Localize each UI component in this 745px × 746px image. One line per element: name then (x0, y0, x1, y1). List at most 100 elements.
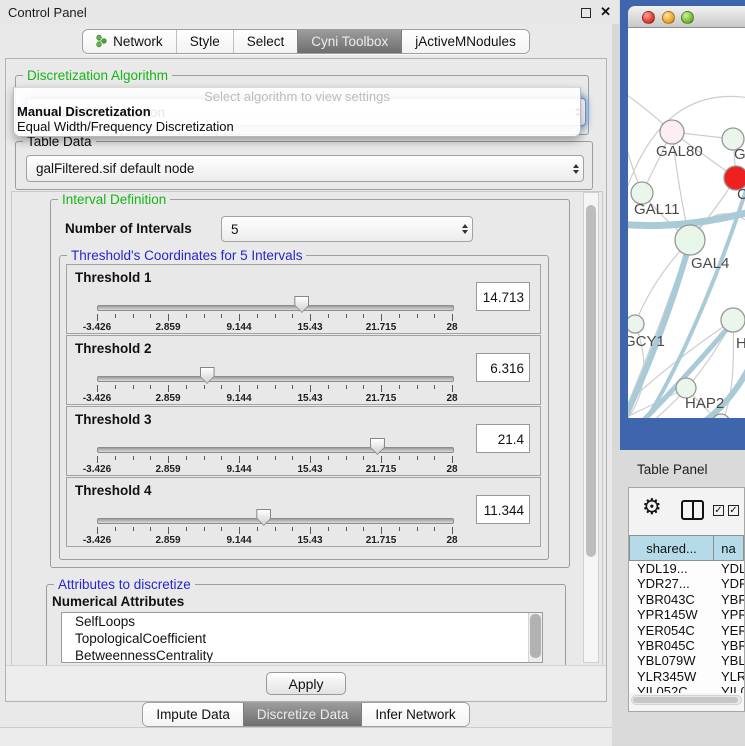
table-row[interactable]: YDR27...YDR2 (629, 576, 744, 591)
tick-label: 9.144 (226, 535, 251, 546)
table-row[interactable]: YER054CYER0 (629, 623, 744, 638)
table-data-combo[interactable]: galFiltered.sif default node (26, 155, 584, 182)
cell-name[interactable]: YBR0 (714, 592, 744, 607)
table-row[interactable]: YDL19...YDL1 (629, 561, 744, 576)
algorithm-option-manual-discretization[interactable]: Manual Discretization (14, 104, 580, 119)
zoom-traffic-light-icon[interactable] (681, 11, 694, 24)
tick-mark (257, 314, 258, 318)
tick-mark (452, 456, 453, 463)
tab-discretize-data[interactable]: Discretize Data (243, 703, 362, 726)
cell-shared-name[interactable]: YBR045C (629, 638, 714, 653)
tab-cyni-toolbox[interactable]: Cyni Toolbox (297, 30, 401, 53)
cell-shared-name[interactable]: YLR345W (629, 669, 714, 684)
tab-impute-data[interactable]: Impute Data (143, 703, 243, 726)
list-scrollbar[interactable] (528, 613, 542, 662)
tick-mark (257, 456, 258, 460)
tab-infer-network[interactable]: Infer Network (361, 703, 468, 726)
cell-name[interactable]: YDR2 (714, 576, 744, 591)
tick-mark (434, 314, 435, 318)
algorithm-option-equal-width-frequency-discretization[interactable]: Equal Width/Frequency Discretization (14, 119, 580, 134)
tab-network[interactable]: Network (83, 30, 176, 53)
slider-track[interactable] (97, 305, 454, 311)
tick-mark (257, 527, 258, 531)
table-hscrollbar[interactable] (631, 695, 742, 705)
tick-mark (239, 456, 240, 463)
node[interactable] (628, 315, 644, 333)
cell-shared-name[interactable]: YDR27... (629, 576, 714, 591)
column-header-1[interactable]: shared... (629, 535, 714, 561)
tab-select[interactable]: Select (233, 30, 298, 53)
node-label: GAL80 (656, 143, 703, 160)
attribute-item-selfloops[interactable]: SelfLoops (62, 613, 542, 630)
table-row[interactable]: YBR043CYBR0 (629, 592, 744, 607)
cell-shared-name[interactable]: YER054C (629, 623, 714, 638)
columns-icon[interactable] (681, 500, 704, 520)
cell-shared-name[interactable]: YBR043C (629, 592, 714, 607)
table-row[interactable]: YLR345WYLR3 (629, 669, 744, 684)
threshold-value-field[interactable]: 6.316 (476, 353, 530, 382)
network-window-titlebar[interactable] (628, 6, 745, 28)
tick-mark (97, 527, 98, 534)
cell-shared-name[interactable]: YDL19... (629, 561, 714, 576)
cell-name[interactable]: YBR0 (714, 638, 744, 653)
tick-mark (417, 456, 418, 460)
node[interactable] (721, 308, 745, 332)
list-scrollbar-thumb[interactable] (530, 614, 541, 658)
node-label: GCY1 (628, 333, 665, 350)
cell-name[interactable]: YPR1 (714, 607, 744, 622)
threshold-value-field[interactable]: 21.4 (476, 424, 530, 453)
panel-scrollbar[interactable] (583, 192, 599, 663)
table-data-combo-value: galFiltered.sif default node (36, 161, 568, 176)
node[interactable] (660, 120, 684, 144)
cell-shared-name[interactable]: YBL079W (629, 653, 714, 668)
close-traffic-light-icon[interactable] (642, 11, 655, 24)
num-intervals-value: 5 (231, 222, 457, 237)
slider-track[interactable] (97, 376, 454, 382)
checkbox-icon[interactable]: ✓ (713, 505, 724, 516)
table-row[interactable]: YIL052CYIL0 (629, 684, 744, 693)
tab-style[interactable]: Style (176, 30, 233, 53)
attribute-item-topologicalcoefficient[interactable]: TopologicalCoefficient (62, 630, 542, 647)
panel-scrollbar-thumb[interactable] (586, 205, 596, 557)
tick-mark (399, 527, 400, 531)
slider-track[interactable] (97, 518, 454, 524)
num-intervals-combo[interactable]: 5 (221, 216, 473, 242)
table-hscrollbar-thumb[interactable] (633, 697, 738, 703)
cell-name[interactable]: YIL0 (714, 684, 744, 693)
apply-button[interactable]: Apply (266, 672, 346, 695)
numerical-attributes-list[interactable]: SelfLoopsTopologicalCoefficientBetweenne… (61, 612, 543, 663)
apply-row: Apply (6, 665, 606, 700)
table-row[interactable]: YBL079WYBL0 (629, 653, 744, 668)
gear-icon[interactable]: ⚙ (642, 495, 662, 519)
float-window-icon[interactable] (581, 8, 591, 18)
minimize-traffic-light-icon[interactable] (662, 11, 675, 24)
threshold-panel-3: Threshold 3-3.4262.8599.14415.4321.71528… (66, 406, 541, 476)
threshold-value-field[interactable]: 11.344 (476, 495, 530, 524)
algorithm-dropdown: Select algorithm to view settings Manual… (13, 87, 581, 137)
tick-mark (204, 314, 205, 318)
node-table: ⚙ ✓ ✓ shared...na YDL19...YDL1YDR27...YD… (628, 487, 745, 712)
slider-track[interactable] (97, 447, 454, 453)
cell-name[interactable]: YER0 (714, 623, 744, 638)
combo-stepper-icon[interactable] (568, 156, 583, 181)
close-icon[interactable]: ✕ (600, 4, 611, 20)
tick-mark (239, 527, 240, 534)
cell-shared-name[interactable]: YIL052C (629, 684, 714, 693)
network-canvas[interactable]: GAL80G.CGAL11GAL4GCY1HHAP2 (628, 28, 745, 418)
node-label: GAL11 (634, 201, 680, 218)
cell-name[interactable]: YBL0 (714, 653, 744, 668)
combo-stepper-icon[interactable] (457, 217, 472, 241)
table-row[interactable]: YPR145WYPR1 (629, 607, 744, 622)
cell-name[interactable]: YLR3 (714, 669, 744, 684)
top-tab-bar: NetworkStyleSelectCyni ToolboxjActiveMNo… (0, 24, 612, 58)
checkbox-icon[interactable]: ✓ (728, 505, 739, 516)
table-row[interactable]: YBR045CYBR0 (629, 638, 744, 653)
column-header-2[interactable]: na (714, 535, 744, 561)
attribute-item-betweennesscentrality[interactable]: BetweennessCentrality (62, 647, 542, 663)
node[interactable] (675, 225, 705, 255)
bottom-tab-bar: Impute DataDiscretize DataInfer Network (0, 702, 612, 727)
tab-jactivemnodules[interactable]: jActiveMNodules (401, 30, 529, 53)
threshold-value-field[interactable]: 14.713 (476, 282, 530, 311)
cell-shared-name[interactable]: YPR145W (629, 607, 714, 622)
cell-name[interactable]: YDL1 (714, 561, 744, 576)
